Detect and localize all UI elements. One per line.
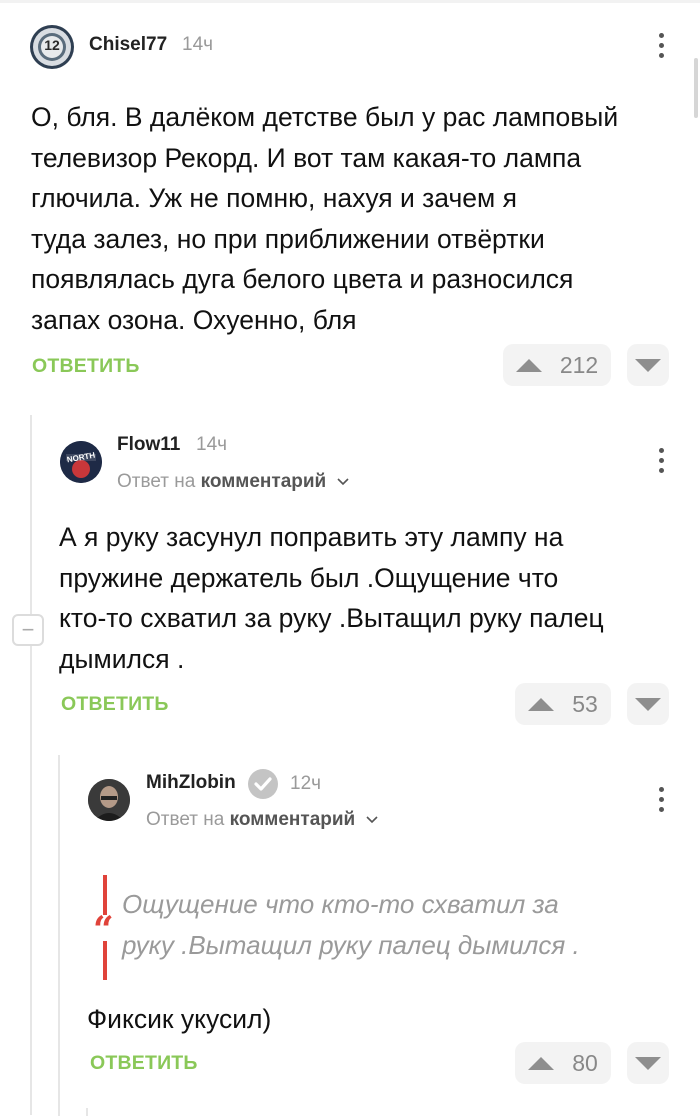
reply-button[interactable]: ОТВЕТИТЬ (61, 693, 169, 716)
chevron-down-icon (365, 816, 378, 824)
avatar[interactable] (88, 779, 130, 821)
avatar-badge-number: 12 (44, 37, 60, 53)
scrollbar[interactable] (694, 58, 698, 118)
downvote-button[interactable] (627, 1042, 669, 1084)
minus-icon: − (21, 617, 35, 642)
comment-time: 12ч (290, 773, 322, 794)
downvote-icon (635, 697, 661, 711)
comment-text: Фиксик укусил) (87, 1004, 272, 1034)
rating-count: 80 (572, 1049, 598, 1076)
upvote-button[interactable]: 53 (515, 683, 611, 725)
username[interactable]: Flow11 (117, 434, 180, 456)
reply-button[interactable]: ОТВЕТИТЬ (90, 1052, 198, 1075)
more-options-icon[interactable] (659, 33, 665, 58)
downvote-button[interactable] (627, 683, 669, 725)
upvote-icon (528, 1056, 555, 1070)
top-divider (0, 0, 700, 3)
thread-line[interactable] (30, 415, 32, 1115)
downvote-icon (635, 358, 661, 372)
upvote-icon (528, 697, 555, 711)
upvote-button[interactable]: 80 (515, 1042, 611, 1084)
collapse-thread-button[interactable]: − (12, 614, 44, 646)
comment-time: 14ч (196, 434, 228, 455)
avatar[interactable]: NORTH (60, 441, 102, 483)
avatar-photo-icon (88, 779, 130, 821)
quote-icon: “ (93, 909, 114, 951)
reply-to[interactable]: Ответ на комментарий (117, 471, 350, 493)
more-options-icon[interactable] (659, 448, 665, 473)
comment-text: А я руку засунул поправить эту лампу на … (59, 522, 604, 674)
upvote-button[interactable]: 212 (503, 344, 611, 386)
rating-count: 212 (559, 351, 599, 378)
rating-count: 53 (572, 690, 598, 717)
username[interactable]: MihZlobin (146, 772, 236, 794)
reply-to[interactable]: Ответ на комментарий (146, 809, 379, 831)
comment-time: 14ч (182, 34, 214, 55)
more-options-icon[interactable] (659, 787, 665, 812)
downvote-icon (635, 1056, 661, 1070)
reply-button[interactable]: ОТВЕТИТЬ (32, 355, 140, 378)
downvote-button[interactable] (627, 344, 669, 386)
quote-text: Ощущение что кто-то схватил за руку .Выт… (122, 889, 580, 960)
chevron-down-icon (336, 478, 349, 486)
thread-line[interactable] (58, 755, 60, 1116)
verified-icon (247, 768, 279, 805)
avatar[interactable]: 12 (30, 25, 74, 69)
comment-text: О, бля. В далёком детстве был у рас ламп… (31, 102, 619, 335)
username[interactable]: Chisel77 (89, 34, 167, 56)
thread-line (86, 1108, 88, 1116)
upvote-icon (515, 358, 542, 372)
